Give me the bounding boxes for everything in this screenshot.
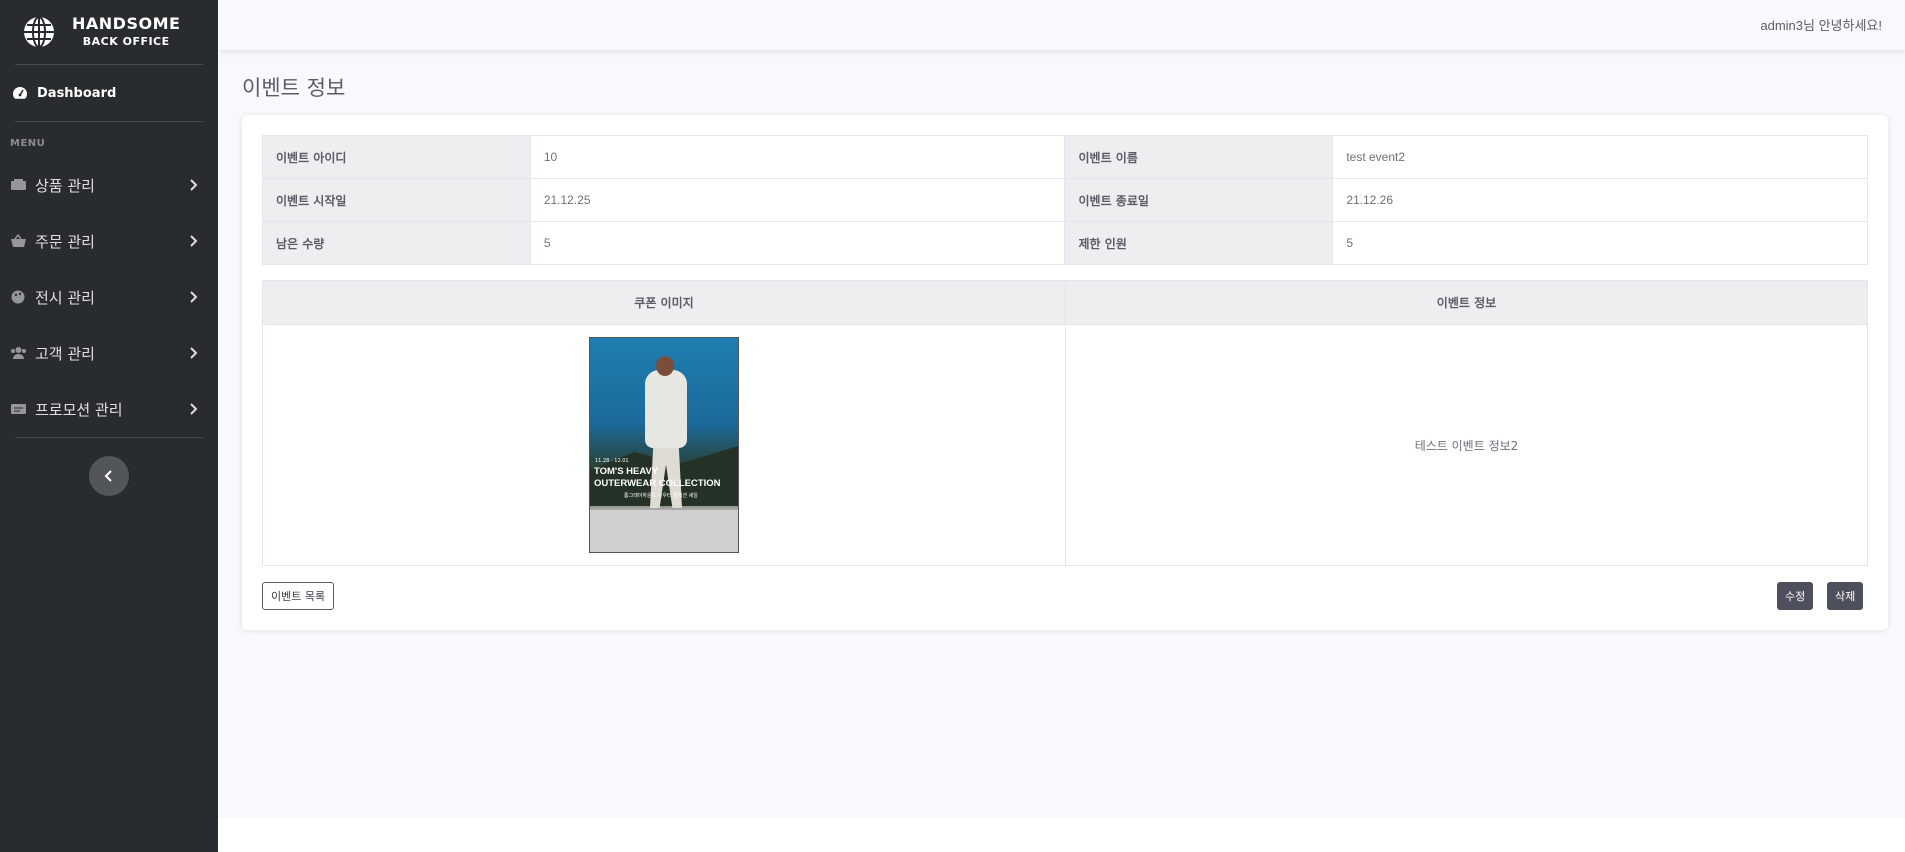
event-name-label: 이벤트 이름 [1064, 135, 1334, 179]
event-start-value: 21.12.25 [529, 178, 1066, 222]
chevron-right-icon [190, 403, 198, 415]
sidebar-item-promotion[interactable]: 프로모션 관리 [0, 381, 218, 437]
sidebar-divider [15, 437, 203, 438]
poster-figure-head [656, 356, 674, 376]
coupon-image: 11.28 - 12.01 TOM'S HEAVY OUTERWEAR COLL… [589, 337, 739, 553]
topbar: admin3님 안녕하세요! [218, 0, 1905, 50]
event-list-button[interactable]: 이벤트 목록 [262, 582, 335, 610]
product-icon [11, 179, 26, 190]
basket-icon [11, 234, 26, 247]
table-row: 이벤트 아이디 10 이벤트 이름 test event2 [262, 135, 1868, 179]
sidebar-item-label: 주문 관리 [35, 232, 95, 251]
chevron-right-icon [190, 291, 198, 303]
sidebar-heading: MENU [10, 138, 46, 149]
sidebar-item-label: 상품 관리 [35, 176, 95, 195]
event-end-value: 21.12.26 [1332, 178, 1868, 222]
poster-subtitle: 톰그레이하운드 아우터 컬렉션 세일 [624, 493, 698, 499]
table-header-row: 쿠폰 이미지 이벤트 정보 [262, 280, 1868, 325]
ticket-icon [11, 404, 26, 414]
palette-icon [11, 290, 25, 304]
poster-snow [590, 510, 738, 552]
sidebar-item-label: 프로모션 관리 [35, 400, 123, 419]
chevron-right-icon [190, 347, 198, 359]
sidebar-item-product[interactable]: 상품 관리 [0, 157, 218, 213]
sidebar-item-display[interactable]: 전시 관리 [0, 269, 218, 325]
table-row: 남은 수량 5 제한 인원 5 [262, 221, 1868, 265]
table-row: 11.28 - 12.01 TOM'S HEAVY OUTERWEAR COLL… [262, 324, 1868, 566]
sidebar-item-customer[interactable]: 고객 관리 [0, 325, 218, 381]
event-description: 테스트 이벤트 정보2 [1065, 324, 1868, 566]
sidebar-item-dashboard[interactable]: Dashboard [0, 65, 218, 121]
poster-title: TOM'S HEAVY OUTERWEAR COLLECTION [594, 466, 721, 490]
chevron-left-icon [104, 470, 112, 482]
sidebar-item-label: 전시 관리 [35, 288, 95, 307]
chevron-right-icon [190, 179, 198, 191]
sidebar: HANDSOME BACK OFFICE Dashboard MENU 상품 관… [0, 0, 218, 852]
users-icon [11, 347, 26, 359]
event-detail-card: 이벤트 아이디 10 이벤트 이름 test event2 이벤트 시작일 21… [242, 115, 1888, 630]
chevron-right-icon [190, 235, 198, 247]
poster-dates: 11.28 - 12.01 [595, 458, 629, 464]
event-id-label: 이벤트 아이디 [262, 135, 531, 179]
table-row: 이벤트 시작일 21.12.25 이벤트 종료일 21.12.26 [262, 178, 1868, 222]
coupon-image-cell: 11.28 - 12.01 TOM'S HEAVY OUTERWEAR COLL… [262, 324, 1066, 566]
edit-button[interactable]: 수정 [1777, 582, 1814, 610]
globe-icon [24, 16, 54, 48]
user-greeting[interactable]: admin3님 안녕하세요! [1760, 15, 1882, 34]
poster-figure-jacket [645, 370, 687, 448]
event-id-value: 10 [529, 135, 1066, 179]
sidebar-item-order[interactable]: 주문 관리 [0, 213, 218, 269]
footer [218, 818, 1905, 852]
sidebar-item-label: Dashboard [37, 85, 117, 101]
brand-name: HANDSOME [72, 14, 181, 33]
sidebar-item-label: 고객 관리 [35, 344, 95, 363]
remaining-quantity-value: 5 [529, 221, 1066, 265]
sidebar-toggle-button[interactable] [89, 456, 129, 496]
event-info-header: 이벤트 정보 [1065, 280, 1868, 325]
limit-count-label: 제한 인원 [1064, 221, 1334, 265]
event-start-label: 이벤트 시작일 [262, 178, 531, 222]
delete-button[interactable]: 삭제 [1827, 582, 1864, 610]
tachometer-icon [13, 87, 27, 99]
event-name-value: test event2 [1332, 135, 1868, 179]
event-end-label: 이벤트 종료일 [1064, 178, 1334, 222]
poster-title-line1: TOM'S HEAVY [594, 466, 659, 477]
limit-count-value: 5 [1332, 221, 1868, 265]
event-info-table: 이벤트 아이디 10 이벤트 이름 test event2 이벤트 시작일 21… [262, 135, 1868, 265]
brand-subtitle: BACK OFFICE [82, 35, 170, 48]
page-title: 이벤트 정보 [242, 76, 346, 100]
remaining-quantity-label: 남은 수량 [262, 221, 531, 265]
coupon-image-header: 쿠폰 이미지 [262, 280, 1066, 325]
poster-title-line2: OUTERWEAR COLLECTION [594, 478, 721, 489]
event-media-table: 쿠폰 이미지 이벤트 정보 11.28 - 12.01 TOM'S HEAVY … [262, 280, 1868, 566]
brand[interactable]: HANDSOME BACK OFFICE [0, 0, 218, 64]
